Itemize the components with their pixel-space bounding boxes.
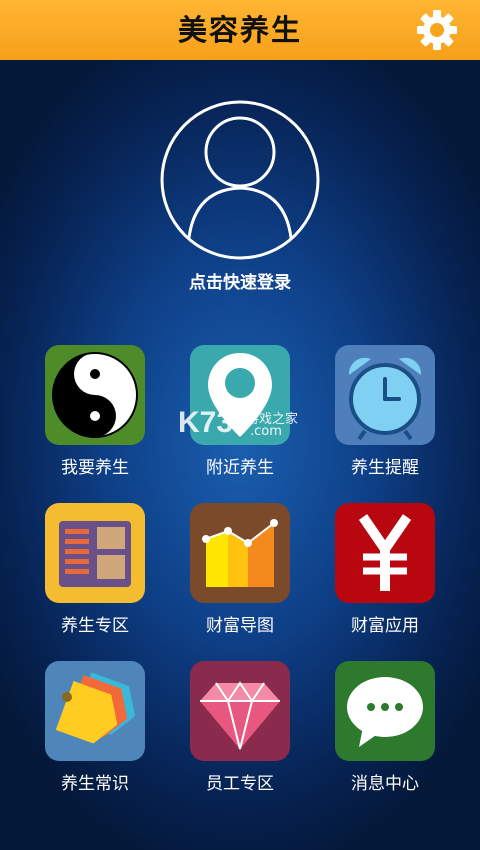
tile-label: 消息中心 [351, 774, 419, 794]
yen-icon [335, 503, 435, 603]
tile-label: 我要养生 [61, 458, 129, 478]
tile-yuan-gong-zhuan-qu[interactable]: 员工专区 [180, 661, 300, 794]
tags-icon [45, 661, 145, 761]
yin-yang-icon [45, 345, 145, 445]
tile-yang-sheng-ti-xing[interactable]: 养生提醒 [325, 345, 445, 478]
tile-wo-yao-yang-sheng[interactable]: 我要养生 [35, 345, 155, 478]
tile-label: 财富应用 [351, 616, 419, 636]
tile-label: 养生提醒 [351, 458, 419, 478]
tile-label: 养生专区 [61, 616, 129, 636]
app-title: 美容养生 [177, 13, 302, 47]
user-avatar-icon[interactable] [160, 100, 320, 260]
tile-label: 附近养生 [206, 458, 274, 478]
tile-label: 员工专区 [206, 774, 274, 794]
diamond-icon [190, 661, 290, 761]
tile-label: 养生常识 [61, 774, 129, 794]
tile-cai-fu-ying-yong[interactable]: 财富应用 [325, 503, 445, 636]
layout-board-icon [45, 503, 145, 603]
tile-xiao-xi-zhong-xin[interactable]: 消息中心 [325, 661, 445, 794]
tile-cai-fu-dao-tu[interactable]: 财富导图 [180, 503, 300, 636]
gear-icon[interactable] [415, 8, 459, 52]
chat-bubble-icon [335, 661, 435, 761]
quick-login-link[interactable]: 点击快速登录 [140, 268, 340, 293]
watermark-brand: K73 [178, 406, 234, 439]
bar-chart-icon [190, 503, 290, 603]
tile-yang-sheng-chang-shi[interactable]: 养生常识 [35, 661, 155, 794]
alarm-clock-icon [335, 345, 435, 445]
tile-yang-sheng-zhuan-qu[interactable]: 养生专区 [35, 503, 155, 636]
k73-watermark: K73 游戏之家 .com [178, 404, 308, 444]
tile-label: 财富导图 [206, 616, 274, 636]
watermark-domain: .com [250, 424, 282, 439]
